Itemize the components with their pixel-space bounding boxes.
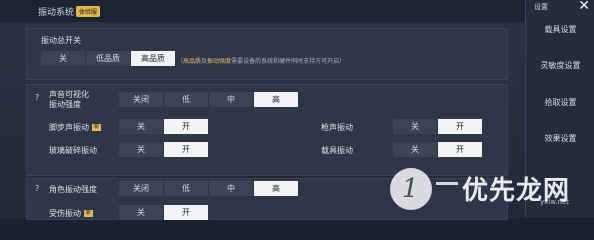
- footstep-toggle: 关 开: [119, 119, 209, 134]
- sidebar-item-pickup[interactable]: 拾取设置: [526, 97, 594, 108]
- character-option-off[interactable]: 关闭: [119, 181, 164, 196]
- footstep-label: 脚步声振动新: [49, 123, 102, 132]
- character-intensity-label: 角色振动强度: [49, 185, 97, 194]
- glass-break-label: 玻璃破碎振动: [49, 146, 97, 155]
- footstep-new-tag: 新: [92, 124, 102, 131]
- sound-option-mid[interactable]: 中: [209, 92, 254, 107]
- character-intensity-selector: 关闭 低 中 高: [119, 181, 299, 196]
- footstep-on[interactable]: 开: [164, 119, 209, 134]
- vehicle-vibration-label: 载具振动: [321, 146, 353, 155]
- character-option-low[interactable]: 低: [164, 181, 209, 196]
- master-switch-label: 振动总开关: [41, 36, 81, 45]
- master-option-off[interactable]: 关: [41, 51, 86, 66]
- vehicle-vibration-toggle: 关 开: [393, 142, 483, 157]
- master-note: （高品质及振动强度需要设备的系统和硬件同时支持方可开启）: [177, 58, 346, 65]
- sound-intensity-selector: 关闭 低 中 高: [119, 92, 299, 107]
- sound-vibration-panel: ? 声音可视化 振动强度 关闭 低 中 高 脚步声振动新 关 开 枪声振动 关 …: [26, 84, 508, 176]
- close-icon[interactable]: ✕: [578, 0, 590, 14]
- gunfire-on[interactable]: 开: [438, 119, 483, 134]
- footstep-off[interactable]: 关: [119, 119, 164, 134]
- hit-vibration-label: 受伤振动新: [49, 209, 94, 218]
- master-option-low[interactable]: 低品质: [86, 51, 131, 66]
- watermark-dash: [436, 182, 458, 185]
- character-option-high[interactable]: 高: [254, 181, 299, 196]
- sidebar-title: 设置: [534, 3, 548, 11]
- watermark-url: yxlw.net: [540, 198, 570, 206]
- watermark-logo-icon: 1: [390, 168, 432, 210]
- glass-break-off[interactable]: 关: [119, 142, 164, 157]
- hit-new-tag: 新: [84, 210, 94, 217]
- glass-break-on[interactable]: 开: [164, 142, 209, 157]
- watermark: 1 优先龙网 yxlw.net: [390, 168, 570, 214]
- master-switch-panel: 振动总开关 关 低品质 高品质 （高品质及振动强度需要设备的系统和硬件同时支持方…: [26, 28, 508, 80]
- section-title: 振动系统: [38, 8, 75, 18]
- sidebar-item-effects[interactable]: 效果设置: [526, 133, 594, 144]
- sound-option-off[interactable]: 关闭: [119, 92, 164, 107]
- vehicle-vibration-on[interactable]: 开: [438, 142, 483, 157]
- glass-break-toggle: 关 开: [119, 142, 209, 157]
- hit-vibration-toggle: 关 开: [119, 205, 209, 220]
- gunfire-label: 枪声振动: [321, 123, 353, 132]
- master-switch-selector: 关 低品质 高品质: [41, 51, 176, 66]
- sound-option-low[interactable]: 低: [164, 92, 209, 107]
- character-option-mid[interactable]: 中: [209, 181, 254, 196]
- master-option-high[interactable]: 高品质: [131, 51, 176, 66]
- hit-vibration-on[interactable]: 开: [164, 205, 209, 220]
- character-help-icon[interactable]: ?: [35, 184, 39, 193]
- sidebar-item-vehicle[interactable]: 载具设置: [526, 24, 594, 35]
- section-header: 振动系统 体验服: [0, 0, 525, 22]
- gunfire-off[interactable]: 关: [393, 119, 438, 134]
- vehicle-vibration-off[interactable]: 关: [393, 142, 438, 157]
- hit-vibration-off[interactable]: 关: [119, 205, 164, 220]
- gunfire-toggle: 关 开: [393, 119, 483, 134]
- sound-help-icon[interactable]: ?: [35, 93, 39, 102]
- sidebar-item-sensitivity[interactable]: 灵敏度设置: [526, 60, 594, 71]
- section-badge: 体验服: [76, 6, 101, 17]
- sound-option-high[interactable]: 高: [254, 92, 299, 107]
- sound-label-line2: 振动强度: [49, 100, 81, 109]
